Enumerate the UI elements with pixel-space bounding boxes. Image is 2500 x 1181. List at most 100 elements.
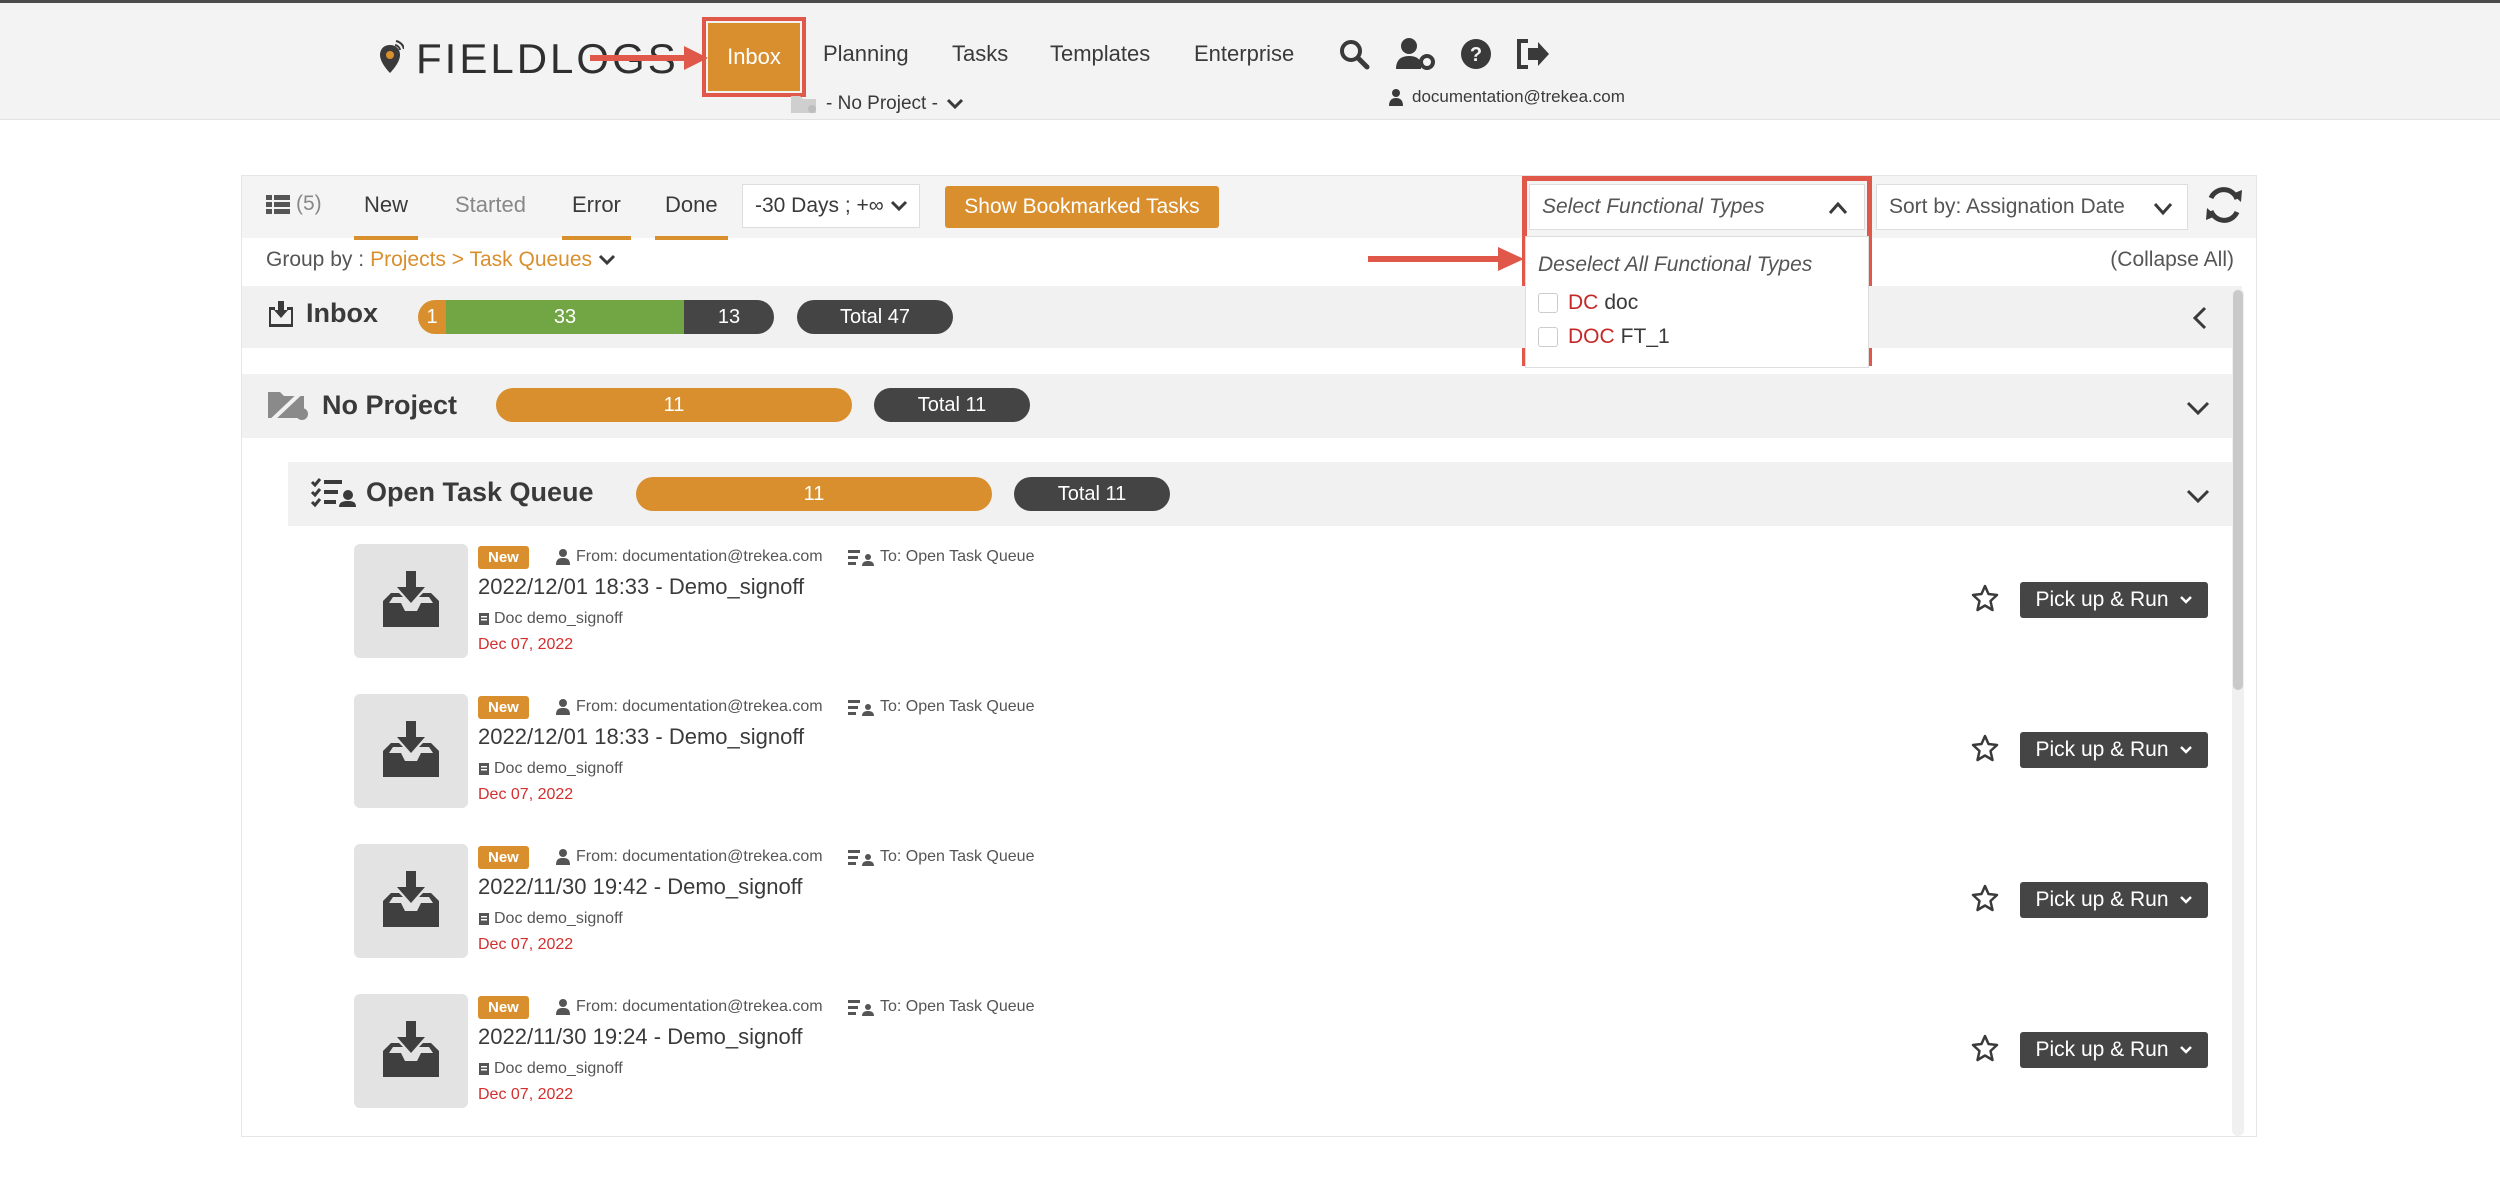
open-queue-status-bar: 11 [636,477,992,511]
inbox-tray-icon [383,1021,439,1077]
task-queue-icon [848,850,874,866]
logout-icon[interactable] [1516,39,1550,69]
deselect-all-option[interactable]: Deselect All Functional Types [1538,253,1812,277]
task-thumbnail[interactable] [354,994,468,1108]
task-queue-icon [848,1000,874,1016]
task-doc-label: Doc demo_signoff [494,760,623,777]
bar-segment-new: 11 [636,477,992,511]
chevron-left-icon[interactable] [2192,306,2208,330]
list-count-value: (5) [296,192,322,215]
task-to: To: Open Task Queue [848,848,1034,866]
date-range-select[interactable]: -30 Days ; +∞ [742,184,920,228]
nav-tasks[interactable]: Tasks [952,41,1008,67]
tab-new[interactable]: New [354,192,419,240]
task-title[interactable]: 2022/11/30 19:42 - Demo_signoff [478,874,803,900]
tab-started[interactable]: Started [455,192,526,218]
chevron-down-icon[interactable] [2186,488,2210,504]
user-settings-icon[interactable] [1394,37,1436,71]
tab-done[interactable]: Done [655,192,728,240]
task-to-label: To: Open Task Queue [880,548,1035,565]
help-icon[interactable]: ? [1460,38,1492,70]
group-no-project-title: No Project [266,386,457,424]
nav-enterprise[interactable]: Enterprise [1194,41,1294,67]
nav-templates[interactable]: Templates [1050,41,1150,67]
task-from-label: From: documentation@trekea.com [576,998,823,1015]
functional-type-option[interactable]: DC doc [1538,291,1638,315]
task-to-label: To: Open Task Queue [880,848,1035,865]
list-count[interactable]: (5) [266,192,322,216]
task-thumbnail[interactable] [354,694,468,808]
tab-error[interactable]: Error [562,192,631,240]
task-item[interactable]: New From: documentation@trekea.com To: O… [354,694,2224,814]
bookmark-star-icon[interactable] [1971,584,1999,612]
show-bookmarked-button[interactable]: Show Bookmarked Tasks [945,186,1219,228]
group-by: Group by : Projects > Task Queues [266,248,616,272]
chevron-down-icon [2179,746,2192,754]
group-title-label: Inbox [306,298,378,328]
inbox-total-pill: Total 47 [797,300,953,334]
task-item[interactable]: New From: documentation@trekea.com To: O… [354,544,2224,664]
task-from-label: From: documentation@trekea.com [576,698,823,715]
sort-select[interactable]: Sort by: Assignation Date [1876,184,2188,230]
task-date: Dec 07, 2022 [478,1086,574,1103]
option-checkbox[interactable] [1538,293,1558,313]
bookmark-star-icon[interactable] [1971,884,1999,912]
chevron-down-icon[interactable] [2186,400,2210,416]
task-title[interactable]: 2022/12/01 18:33 - Demo_signoff [478,574,804,600]
document-icon [479,763,489,775]
group-no-project[interactable]: No Project 11 Total 11 [242,374,2242,438]
bar-segment-new: 1 [418,300,446,334]
no-project-total-pill: Total 11 [874,388,1030,422]
project-select[interactable]: - No Project - [790,93,964,115]
task-item[interactable]: New From: documentation@trekea.com To: O… [354,844,2224,964]
option-code: DC [1568,291,1599,314]
task-date: Dec 07, 2022 [478,936,574,953]
group-open-task-queue[interactable]: Open Task Queue 11 Total 11 [288,462,2242,526]
pick-up-run-label: Pick up & Run [2035,888,2169,911]
bookmark-star-icon[interactable] [1971,734,1999,762]
task-title[interactable]: 2022/12/01 18:33 - Demo_signoff [478,724,804,750]
group-open-queue-title: Open Task Queue [310,476,594,508]
chevron-down-icon [890,200,907,212]
svg-text:?: ? [1470,44,1482,66]
tab-error-label: Error [572,192,621,217]
inbox-tray-icon [383,721,439,777]
pick-up-run-button[interactable]: Pick up & Run [2020,582,2208,618]
group-by-link[interactable]: Projects > Task Queues [370,248,592,272]
collapse-all-link[interactable]: (Collapse All) [2110,248,2234,272]
task-doc: Doc demo_signoff [478,760,623,778]
scrollbar-thumb[interactable] [2233,290,2243,690]
task-panel: (5) New Started Error Done -30 Days ; +∞… [241,175,2257,1137]
document-icon [479,913,489,925]
task-title[interactable]: 2022/11/30 19:24 - Demo_signoff [478,1024,803,1050]
pick-up-run-button[interactable]: Pick up & Run [2020,1032,2208,1068]
task-to-label: To: Open Task Queue [880,998,1035,1015]
group-inbox[interactable]: Inbox 1 33 13 Total 47 [242,286,2242,348]
functional-type-option[interactable]: DOC FT_1 [1538,325,1670,349]
nav-inbox[interactable]: Inbox [702,17,806,97]
chevron-down-icon[interactable] [598,254,616,266]
annotation-arrow-icon [590,46,708,70]
task-doc: Doc demo_signoff [478,910,623,928]
chevron-down-icon [2179,896,2192,904]
nav-planning[interactable]: Planning [823,41,909,67]
pick-up-run-button[interactable]: Pick up & Run [2020,882,2208,918]
task-item[interactable]: New From: documentation@trekea.com To: O… [354,994,2224,1114]
pick-up-run-button[interactable]: Pick up & Run [2020,732,2208,768]
tab-error-underline [562,236,631,240]
task-from: From: documentation@trekea.com [556,548,823,566]
refresh-icon [2206,187,2242,223]
task-thumbnail[interactable] [354,544,468,658]
list-scrollbar[interactable] [2232,288,2244,1136]
pick-up-run-label: Pick up & Run [2035,588,2169,611]
refresh-button[interactable] [2204,184,2244,231]
status-badge: New [478,546,529,569]
bookmark-star-icon[interactable] [1971,1034,1999,1062]
task-queue-icon [848,550,874,566]
option-checkbox[interactable] [1538,327,1558,347]
search-icon[interactable] [1338,38,1370,70]
bar-segment-started: 33 [446,300,684,334]
user-icon [556,849,570,865]
task-thumbnail[interactable] [354,844,468,958]
task-to-label: To: Open Task Queue [880,698,1035,715]
